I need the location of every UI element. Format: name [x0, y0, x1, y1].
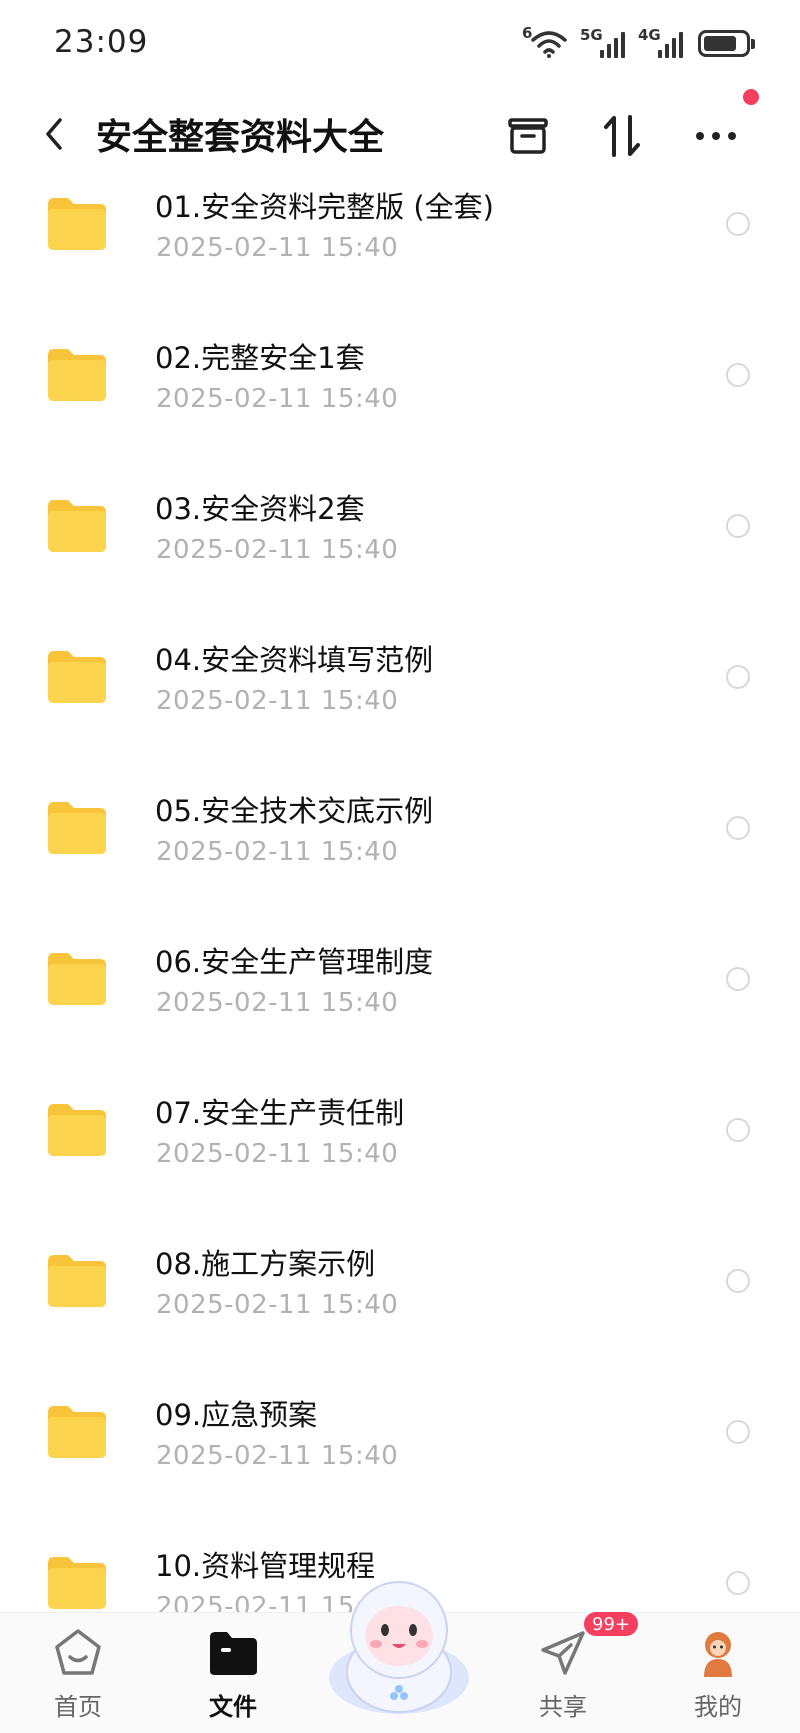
folder-icon — [48, 651, 106, 703]
status-bar: 23:09 6 5G 4G — [0, 0, 800, 90]
folder-date: 2025-02-11 15:40 — [156, 988, 399, 1018]
folder-icon — [48, 1557, 106, 1609]
folder-row[interactable]: 09.应急预案 2025-02-11 15:40 — [0, 1388, 800, 1539]
page-title: 安全整套资料大全 — [96, 117, 385, 158]
tab-share-label: 共享 — [539, 1693, 587, 1721]
files-icon — [207, 1627, 259, 1679]
folder-date: 2025-02-11 15:40 — [156, 384, 399, 414]
more-dots-icon — [696, 132, 736, 140]
folder-date: 2025-02-11 15:40 — [156, 1290, 399, 1320]
chevron-left-icon — [46, 118, 62, 150]
archive-box-icon — [508, 118, 548, 154]
back-button[interactable] — [34, 112, 74, 156]
signal-4g-icon: 4G — [638, 26, 684, 58]
folder-icon — [48, 1406, 106, 1458]
folder-row[interactable]: 04.安全资料填写范例 2025-02-11 15:40 — [0, 633, 800, 784]
folder-name: 06.安全生产管理制度 — [155, 945, 434, 979]
folder-icon — [48, 1104, 106, 1156]
folder-icon — [48, 349, 106, 401]
select-radio[interactable] — [726, 212, 750, 236]
select-radio[interactable] — [726, 1269, 750, 1293]
select-radio[interactable] — [726, 967, 750, 991]
select-radio[interactable] — [726, 1571, 750, 1595]
folder-row[interactable]: 08.施工方案示例 2025-02-11 15:40 — [0, 1237, 800, 1388]
tab-mine-label: 我的 — [694, 1693, 742, 1721]
select-radio[interactable] — [726, 514, 750, 538]
select-radio[interactable] — [726, 816, 750, 840]
status-time: 23:09 — [54, 24, 149, 60]
folder-date: 2025-02-11 15:40 — [156, 1441, 399, 1471]
battery-icon — [698, 29, 755, 57]
sort-button[interactable] — [596, 110, 648, 162]
network-1-label: 5G — [580, 26, 603, 44]
tab-share[interactable]: 共享 — [508, 1627, 618, 1727]
folder-row[interactable]: 01.安全资料完整版 (全套) 2025-02-11 15:40 — [0, 180, 800, 331]
folder-date: 2025-02-11 15:40 — [156, 535, 399, 565]
folder-name: 03.安全资料2套 — [155, 492, 365, 526]
mascot-ai-button[interactable] — [318, 1568, 480, 1718]
folder-icon — [48, 953, 106, 1005]
folder-name: 07.安全生产责任制 — [155, 1096, 405, 1130]
folder-icon — [48, 1255, 106, 1307]
folder-date: 2025-02-11 15:40 — [156, 1139, 399, 1169]
astronaut-mascot-icon — [329, 1581, 469, 1714]
file-list: 01.安全资料完整版 (全套) 2025-02-11 15:40 02.完整安全… — [0, 180, 800, 1612]
folder-icon — [48, 500, 106, 552]
battery-fill — [704, 35, 736, 51]
folder-icon — [48, 198, 106, 250]
folder-name: 04.安全资料填写范例 — [155, 643, 434, 677]
archive-button[interactable] — [502, 110, 554, 162]
share-badge: 99+ — [582, 1610, 640, 1638]
sort-arrows-icon — [604, 115, 640, 157]
folder-row[interactable]: 06.安全生产管理制度 2025-02-11 15:40 — [0, 935, 800, 1086]
tab-files-label: 文件 — [209, 1693, 257, 1721]
folder-row[interactable]: 02.完整安全1套 2025-02-11 15:40 — [0, 331, 800, 482]
folder-name: 09.应急预案 — [155, 1398, 318, 1432]
folder-date: 2025-02-11 15:40 — [156, 233, 399, 263]
folder-icon — [48, 802, 106, 854]
tab-mine[interactable]: 我的 — [663, 1627, 773, 1727]
folder-row[interactable]: 07.安全生产责任制 2025-02-11 15:40 — [0, 1086, 800, 1237]
select-radio[interactable] — [726, 1118, 750, 1142]
tab-home-label: 首页 — [54, 1693, 102, 1721]
home-icon — [52, 1627, 104, 1679]
folder-row[interactable]: 05.安全技术交底示例 2025-02-11 15:40 — [0, 784, 800, 935]
network-2-label: 4G — [638, 26, 661, 44]
select-radio[interactable] — [726, 665, 750, 689]
folder-name: 05.安全技术交底示例 — [155, 794, 434, 828]
header: 安全整套资料大全 — [0, 90, 800, 180]
tab-files[interactable]: 文件 — [178, 1627, 288, 1727]
status-icons: 6 5G 4G — [522, 24, 755, 60]
folder-date: 2025-02-11 15:40 — [156, 837, 399, 867]
folder-name: 01.安全资料完整版 (全套) — [155, 190, 494, 224]
wifi-label: 6 — [522, 24, 533, 42]
tab-home[interactable]: 首页 — [23, 1627, 133, 1727]
notification-dot — [743, 89, 759, 105]
wifi-icon: 6 — [522, 24, 568, 58]
select-radio[interactable] — [726, 1420, 750, 1444]
folder-row[interactable]: 03.安全资料2套 2025-02-11 15:40 — [0, 482, 800, 633]
avatar — [692, 1627, 744, 1679]
paper-plane-icon — [537, 1627, 589, 1679]
more-button[interactable] — [690, 110, 742, 162]
folder-date: 2025-02-11 15:40 — [156, 686, 399, 716]
folder-name: 02.完整安全1套 — [155, 341, 365, 375]
select-radio[interactable] — [726, 363, 750, 387]
signal-5g-icon: 5G — [580, 26, 626, 58]
folder-name: 08.施工方案示例 — [155, 1247, 376, 1281]
